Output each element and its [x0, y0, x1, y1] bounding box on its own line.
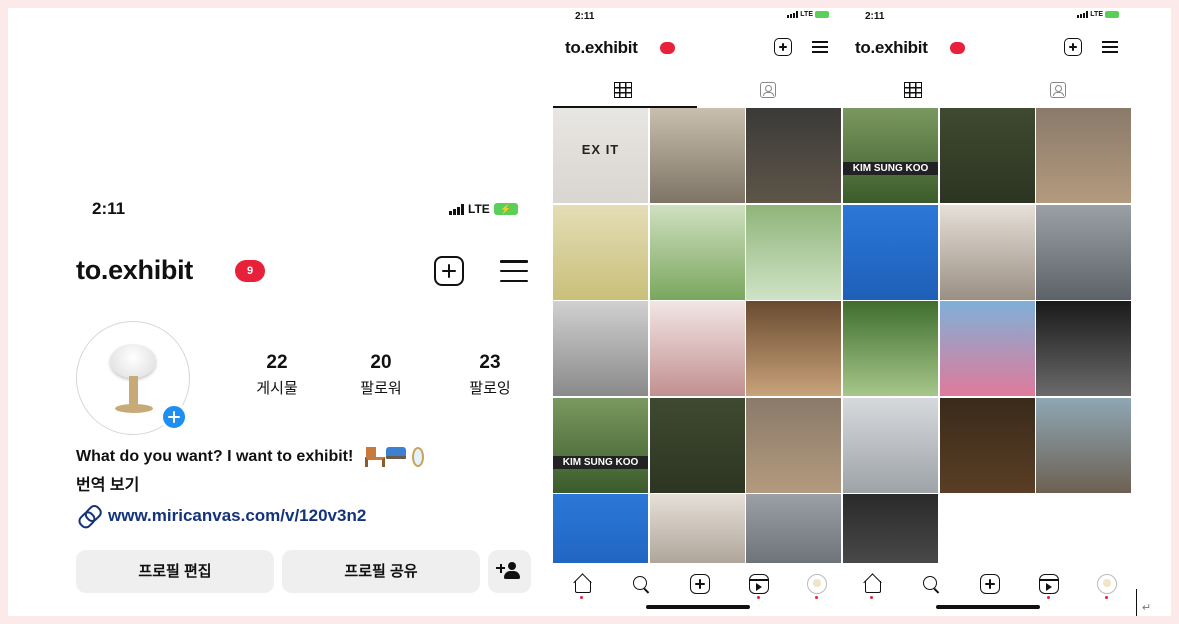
post-thumbnail[interactable] — [746, 108, 841, 203]
post-thumbnail[interactable] — [1036, 108, 1131, 203]
post-thumbnail[interactable] — [649, 397, 745, 493]
status-time: 2:11 — [575, 11, 595, 22]
signal-icon — [787, 11, 799, 18]
menu-icon[interactable] — [500, 260, 528, 282]
post-thumbnail[interactable] — [649, 108, 745, 203]
post-thumbnail[interactable] — [649, 301, 745, 396]
post-thumbnail[interactable]: KIM SUNG KOO — [843, 108, 938, 203]
profile-icon[interactable] — [807, 574, 827, 594]
edit-profile-button[interactable]: 프로필 편집 — [76, 550, 274, 593]
tagged-tab-icon[interactable] — [1050, 82, 1066, 98]
bio-text: What do you want? I want to exhibit! — [76, 447, 424, 467]
status-bar: LTE ⚡ — [449, 202, 518, 216]
notification-badge[interactable] — [660, 42, 675, 54]
home-indicator[interactable] — [936, 605, 1040, 609]
return-icon: ↵ — [1142, 602, 1152, 614]
post-thumbnail[interactable]: EX IT — [553, 108, 648, 203]
post-overlay-text: EX IT — [581, 142, 620, 157]
chair-icon — [364, 447, 385, 467]
profile-icon[interactable] — [1097, 574, 1117, 594]
notification-dot — [580, 596, 583, 599]
profile-tabs — [553, 72, 841, 108]
text-cursor — [1136, 589, 1137, 616]
post-thumbnail[interactable] — [553, 301, 648, 396]
post-thumbnail[interactable] — [843, 301, 938, 396]
notification-dot — [757, 596, 760, 599]
profile-grid-panel-1: 2:11 LTE to.exhibit EX IT KIM SUNG KOO — [553, 8, 841, 616]
carrier-label: LTE — [468, 202, 490, 216]
post-thumbnail[interactable] — [843, 204, 938, 300]
post-thumbnail[interactable] — [1036, 204, 1131, 300]
post-thumbnail[interactable] — [939, 397, 1035, 493]
post-thumbnail[interactable] — [1036, 397, 1131, 493]
profile-handle[interactable]: to.exhibit — [76, 255, 193, 286]
grid-tab-icon[interactable] — [614, 82, 632, 98]
create-icon[interactable] — [690, 574, 710, 594]
post-thumbnail[interactable] — [553, 204, 648, 300]
bed-icon — [385, 447, 406, 459]
add-friend-icon[interactable] — [488, 550, 531, 593]
notification-dot — [870, 596, 873, 599]
lamp-image — [110, 344, 156, 378]
create-post-icon[interactable] — [434, 256, 464, 286]
post-thumbnail[interactable] — [649, 204, 745, 300]
create-post-icon[interactable] — [774, 38, 792, 56]
profile-handle[interactable]: to.exhibit — [565, 38, 638, 58]
post-thumbnail[interactable] — [746, 397, 841, 493]
screenshot-frame: 2:11 LTE ⚡ to.exhibit 9 22 게시물 20 팔로워 23… — [8, 8, 1171, 616]
notification-badge[interactable] — [950, 42, 965, 54]
post-thumbnail[interactable] — [939, 108, 1035, 203]
post-thumbnail[interactable] — [939, 204, 1035, 300]
see-translation-link[interactable]: 번역 보기 — [76, 471, 139, 495]
post-thumbnail[interactable] — [1036, 301, 1131, 396]
home-icon[interactable] — [862, 574, 882, 594]
post-thumbnail[interactable] — [939, 301, 1035, 396]
search-icon[interactable] — [631, 574, 651, 594]
profile-handle[interactable]: to.exhibit — [855, 38, 928, 58]
posts-count[interactable]: 22 게시물 — [237, 352, 317, 398]
post-grid: EX IT KIM SUNG KOO — [553, 108, 841, 589]
notification-badge[interactable]: 9 — [235, 260, 265, 282]
following-count[interactable]: 23 팔로잉 — [450, 352, 530, 398]
mirror-icon — [411, 447, 424, 467]
grid-tab-icon[interactable] — [904, 82, 922, 98]
battery-icon — [815, 11, 829, 18]
battery-icon: ⚡ — [493, 203, 518, 215]
signal-icon — [1077, 11, 1089, 18]
post-thumbnail[interactable] — [746, 301, 841, 396]
reels-icon[interactable] — [749, 574, 769, 594]
post-grid: KIM SUNG KOO — [843, 108, 1131, 589]
home-indicator[interactable] — [646, 605, 750, 609]
notification-dot — [1105, 596, 1108, 599]
post-thumbnail[interactable]: KIM SUNG KOO — [553, 397, 648, 493]
share-profile-button[interactable]: 프로필 공유 — [282, 550, 480, 593]
search-icon[interactable] — [921, 574, 941, 594]
create-icon[interactable] — [980, 574, 1000, 594]
profile-panel: 2:11 LTE ⚡ to.exhibit 9 22 게시물 20 팔로워 23… — [8, 8, 553, 616]
post-thumbnail[interactable] — [843, 397, 938, 493]
profile-link[interactable]: www.miricanvas.com/v/120v3n2 — [76, 506, 366, 526]
home-icon[interactable] — [572, 574, 592, 594]
post-overlay-text: KIM SUNG KOO — [553, 455, 648, 469]
notification-dot — [815, 596, 818, 599]
add-story-icon[interactable] — [160, 403, 188, 431]
tagged-tab-icon[interactable] — [760, 82, 776, 98]
notification-dot — [1047, 596, 1050, 599]
status-time: 2:11 — [92, 199, 126, 218]
create-post-icon[interactable] — [1064, 38, 1082, 56]
profile-grid-panel-2: 2:11 LTE to.exhibit KIM SUNG KOO — [843, 8, 1131, 616]
post-thumbnail[interactable] — [746, 204, 841, 300]
menu-icon[interactable] — [812, 41, 828, 53]
post-overlay-text: KIM SUNG KOO — [843, 162, 938, 175]
followers-count[interactable]: 20 팔로워 — [341, 352, 421, 398]
profile-tabs — [843, 72, 1131, 108]
reels-icon[interactable] — [1039, 574, 1059, 594]
menu-icon[interactable] — [1102, 41, 1118, 53]
link-icon — [75, 503, 102, 530]
status-bar: LTE — [1077, 11, 1119, 18]
status-bar: LTE — [787, 11, 829, 18]
battery-icon — [1105, 11, 1119, 18]
signal-icon — [449, 203, 464, 215]
status-time: 2:11 — [865, 11, 885, 22]
